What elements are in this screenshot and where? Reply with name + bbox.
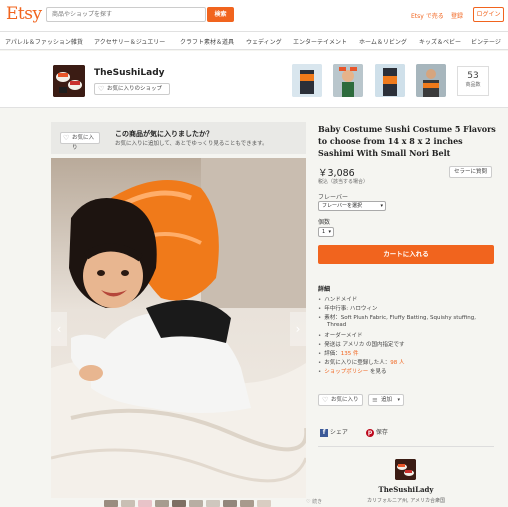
add-to-list-button[interactable]: ≡ 追加 ▾	[368, 394, 404, 406]
favorite-shop-button[interactable]: ♡ お気に入りのショップ	[94, 83, 170, 95]
sell-on-etsy-link[interactable]: Etsy で売る	[411, 11, 444, 20]
image-thumbnail[interactable]	[223, 500, 237, 507]
next-image-arrow[interactable]: ›	[290, 312, 306, 346]
category-entertainment[interactable]: エンターテイメント	[293, 37, 347, 46]
favorite-shop-label: お気に入りのショップ	[107, 86, 163, 92]
detail-item: • オーダーメイド	[318, 333, 363, 339]
detail-item: • 年中行事: ハロウィン	[318, 306, 378, 312]
image-thumbnail[interactable]	[172, 500, 186, 507]
add-to-list-label: 追加	[381, 397, 393, 403]
image-thumbnail[interactable]	[155, 500, 169, 507]
shop-item-thumbnail[interactable]	[416, 64, 446, 97]
category-nav: アパレル＆ファッション雑貨 アクセサリー＆ジュエリー クラフト素材＆道具 ウェデ…	[0, 32, 508, 50]
save-label: 保存	[375, 429, 388, 436]
favorite-item-label: お気に入り	[72, 135, 95, 151]
login-button[interactable]: ログイン	[473, 7, 504, 22]
favorite-button-label: お気に入り	[331, 397, 359, 403]
facebook-share-button[interactable]: f シェア	[320, 427, 348, 437]
heart-icon: ♡	[306, 499, 311, 505]
favorites-count-link[interactable]: 98 人	[390, 360, 404, 366]
shop-avatar[interactable]	[53, 65, 85, 97]
list-icon: ≡	[372, 396, 378, 404]
item-count-label: 商品数	[465, 82, 481, 88]
image-thumbnail[interactable]	[121, 500, 135, 507]
detail-item: • ハンドメイド	[318, 297, 358, 303]
flavor-select[interactable]: フレーバーを選択 ▾	[318, 201, 386, 211]
category-wedding[interactable]: ウェディング	[246, 37, 282, 46]
seller-location: カリフォルニア州, アメリカ合衆国	[367, 498, 445, 504]
shop-name[interactable]: TheSushiLady	[94, 68, 165, 78]
quantity-select[interactable]: 1 ▾	[318, 227, 334, 237]
favorite-item-button[interactable]: ♡ お気に入り	[60, 132, 100, 151]
item-count-box[interactable]: 53 商品数	[457, 66, 489, 96]
image-thumbnail[interactable]	[206, 500, 220, 507]
category-home[interactable]: ホーム＆リビング	[359, 37, 407, 46]
product-title: Baby Costume Sushi Costume 5 Flavors to …	[318, 124, 496, 158]
image-thumbnail[interactable]	[138, 500, 152, 507]
quantity-value: 1	[322, 229, 326, 235]
chevron-down-icon: ▾	[328, 229, 331, 235]
image-thumbnail[interactable]	[189, 500, 203, 507]
search-button[interactable]: 検索	[207, 7, 234, 22]
category-accessories[interactable]: アクセサリー＆ジュエリー	[94, 37, 165, 46]
search-input[interactable]	[46, 7, 206, 22]
seller-avatar[interactable]	[395, 459, 416, 480]
image-thumbnail[interactable]	[240, 500, 254, 507]
pinterest-icon: p	[366, 429, 374, 437]
add-to-cart-button[interactable]: カートに入れる	[318, 245, 494, 264]
detail-item: • 素材：Soft Plush Fabric, Fluffy Batting, S…	[318, 315, 476, 321]
detail-item: • 発送は アメリカ の国内指定です	[318, 342, 405, 348]
detail-item-reviews: • 評価：135 件	[318, 351, 359, 357]
shop-item-thumbnail[interactable]	[333, 64, 363, 97]
pinterest-save-button[interactable]: p 保存	[366, 427, 388, 437]
image-thumbnail[interactable]	[257, 500, 271, 507]
favorite-prompt-title: この商品が気に入りましたか？	[115, 130, 213, 138]
shop-item-thumbnail[interactable]	[375, 64, 405, 97]
heart-icon: ♡	[63, 134, 70, 142]
category-kids[interactable]: キッズ＆ベビー	[419, 37, 461, 46]
product-main-image[interactable]	[51, 158, 306, 498]
etsy-logo[interactable]: Etsy	[6, 4, 42, 24]
reviews-link[interactable]: 135 件	[341, 351, 359, 357]
heart-icon: ♡	[322, 396, 329, 404]
favorite-button[interactable]: ♡ お気に入り	[318, 394, 363, 406]
detail-item-continued: Thread	[327, 322, 347, 328]
category-vintage[interactable]: ビンテージ	[471, 37, 501, 46]
seller-card: TheSushiLady カリフォルニア州, アメリカ合衆国	[318, 446, 494, 507]
flavor-label: フレーバー	[318, 194, 348, 201]
details-heading: 詳細	[318, 286, 331, 293]
favorite-prompt-subtitle: お気に入りに追加して、あとでゆっくり見ることもできます。	[115, 141, 268, 147]
ask-seller-button[interactable]: セラーに質問	[449, 166, 492, 178]
quantity-label: 個数	[318, 219, 331, 226]
category-apparel[interactable]: アパレル＆ファッション雑貨	[5, 37, 83, 46]
favorite-prompt-banner: ♡ お気に入り この商品が気に入りましたか？ お気に入りに追加して、あとでゆっく…	[51, 122, 306, 154]
detail-item-favorites: • お気に入りに登録した人：98 人	[318, 360, 405, 366]
flavor-select-value: フレーバーを選択	[322, 203, 362, 209]
detail-item-policy: • ショップポリシー を見る	[318, 369, 387, 375]
share-label: シェア	[329, 429, 348, 436]
image-thumbnail[interactable]	[104, 500, 118, 507]
heart-icon: ♡	[98, 85, 105, 93]
product-price: ￥3,086	[318, 168, 355, 179]
register-link[interactable]: 登録	[451, 11, 463, 20]
item-count: 53	[467, 71, 479, 81]
prev-image-arrow[interactable]: ‹	[51, 312, 67, 346]
shop-header: TheSushiLady ♡ お気に入りのショップ 53 商品数	[0, 51, 508, 108]
shop-policy-link[interactable]: ショップポリシー	[324, 369, 368, 375]
seller-name[interactable]: TheSushiLady	[318, 485, 494, 494]
chevron-down-icon: ▾	[380, 203, 383, 209]
facebook-icon: f	[320, 429, 328, 437]
chevron-down-icon: ▾	[397, 397, 400, 403]
shop-item-thumbnail[interactable]	[292, 64, 322, 97]
category-craft[interactable]: クラフト素材＆道具	[180, 37, 234, 46]
top-header: Etsy 検索 Etsy で売る 登録 ログイン	[0, 0, 508, 32]
tax-note: 税込（該当する場合）	[318, 179, 369, 185]
